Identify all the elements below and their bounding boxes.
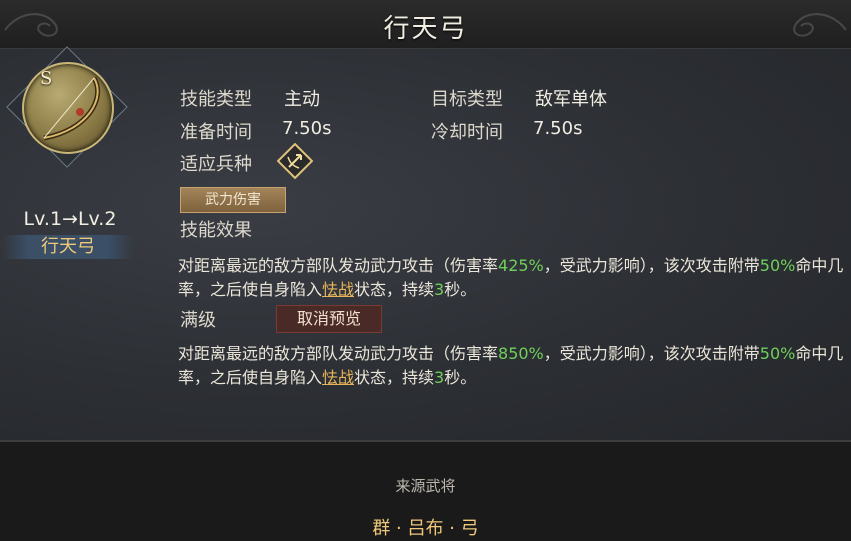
effect-text: 对距离最远的敌方部队发动武力攻击（伤害率 [178,344,499,363]
cloud-ornament-icon [793,13,847,37]
cooldown-value: 7.50s [533,118,583,139]
effect-text: 秒。 [444,368,477,387]
prep-time-label: 准备时间 [180,122,252,143]
bow-icon [43,76,101,141]
effect-text: 秒。 [444,280,477,299]
skill-type-label: 技能类型 [180,89,252,110]
skill-type-value: 主动 [284,89,320,110]
skill-grade: S [40,68,53,89]
skill-disc [22,62,114,154]
duration-value: 3 [434,368,445,387]
hit-chance: 50% [759,256,796,275]
damage-rate: 425% [498,256,544,275]
target-type-label: 目标类型 [431,89,503,110]
cooldown-label: 冷却时间 [431,122,503,143]
effect-text: ，受武力影响），该次攻击附带 [543,344,760,363]
effect-text: 对距离最远的敌方部队发动武力攻击（伤害率 [178,256,499,275]
cancel-preview-button[interactable]: 取消预览 [276,305,382,333]
skill-icon: S [6,46,128,170]
troop-type-label: 适应兵种 [180,154,252,175]
page-title: 行天弓 [383,14,468,44]
effect-text: 状态，持续 [354,280,435,299]
skill-name: 行天弓 [41,236,95,257]
effect-text: ，受武力影响），该次攻击附带 [543,256,760,275]
archer-troop-icon[interactable] [277,143,313,179]
status-link[interactable]: 怯战 [322,368,354,387]
target-type-value: 敌军单体 [535,89,607,110]
skill-level: Lv.1→Lv.2 [23,208,117,230]
effect-description: 对距离最远的敌方部队发动武力攻击（伤害率425%，受武力影响），该次攻击附带50… [178,254,848,302]
max-level-label: 满级 [180,310,216,331]
status-link[interactable]: 怯战 [322,280,354,299]
max-effect-description: 对距离最远的敌方部队发动武力攻击（伤害率850%，受武力影响），该次攻击附带50… [178,342,848,390]
effect-label: 技能效果 [180,220,252,241]
duration-value: 3 [434,280,445,299]
damage-type-tag: 武力伤害 [180,187,286,213]
source-general-name[interactable]: 群 · 吕布 · 弓 [0,514,851,540]
damage-rate: 850% [498,344,544,363]
prep-time-value: 7.50s [282,118,332,139]
hit-chance: 50% [759,344,796,363]
header-bar: 行天弓 [0,0,851,49]
effect-text: 状态，持续 [354,368,435,387]
source-general-label: 来源武将 [395,477,456,495]
